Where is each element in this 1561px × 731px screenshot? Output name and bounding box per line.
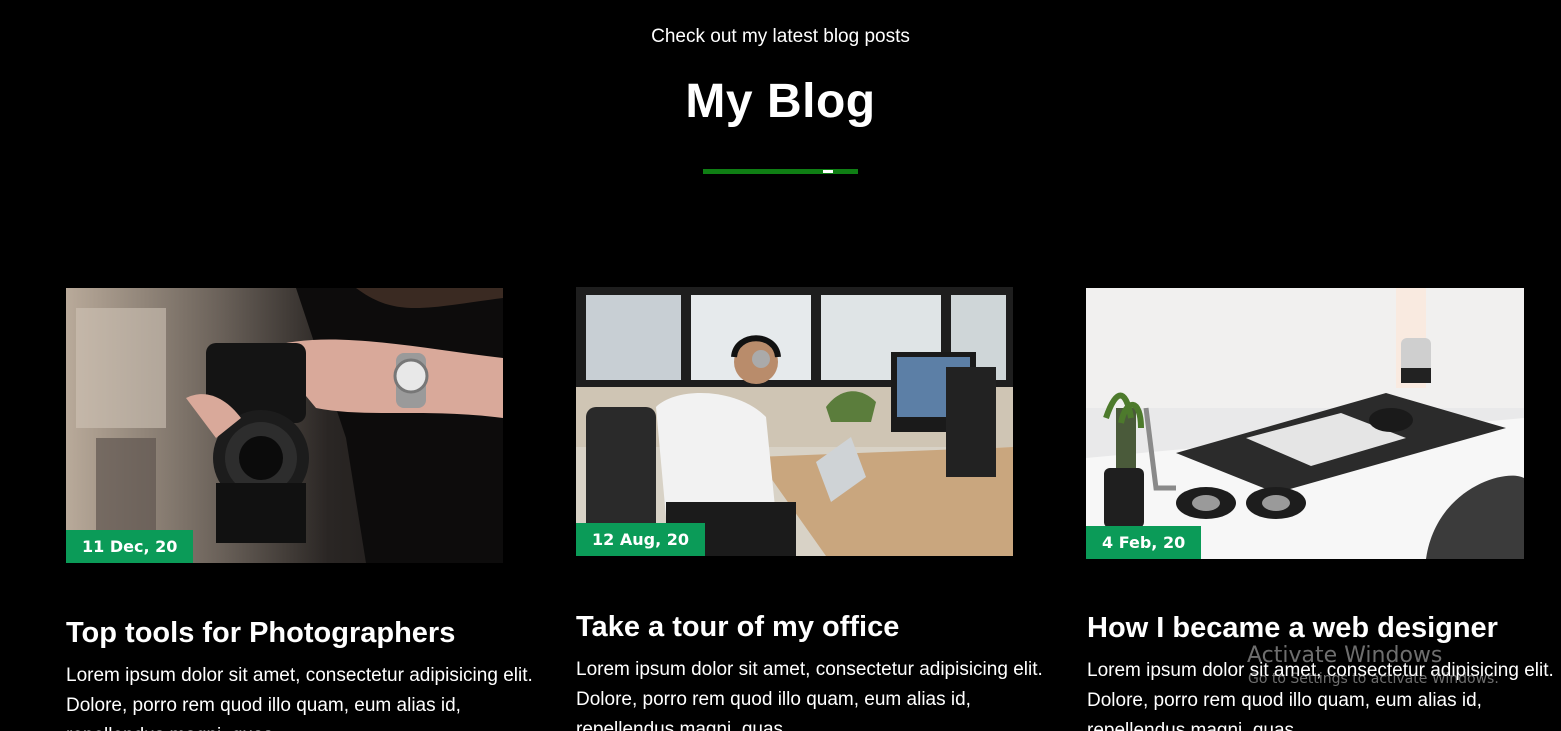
underline-dot (823, 170, 833, 173)
blog-image-office[interactable]: 12 Aug, 20 (576, 287, 1013, 556)
post-title[interactable]: How I became a web designer (1087, 610, 1498, 646)
activate-windows-watermark: Activate Windows Go to Settings to activ… (1247, 642, 1499, 688)
post-title[interactable]: Take a tour of my office (576, 609, 899, 645)
laptop-desk-photo-icon (1086, 288, 1524, 559)
title-underline (703, 169, 858, 174)
blog-image-camera[interactable]: 11 Dec, 20 (66, 288, 503, 563)
section-title: My Blog (685, 75, 876, 128)
blog-image-laptop[interactable]: 4 Feb, 20 (1086, 288, 1524, 559)
office-desk-photo-icon (576, 287, 1013, 556)
watermark-subtitle: Go to Settings to activate Windows. (1248, 671, 1499, 687)
post-excerpt: Lorem ipsum dolor sit amet, consectetur … (66, 665, 533, 731)
camera-photo-icon (66, 288, 503, 563)
section-subtitle: Check out my latest blog posts (651, 26, 910, 47)
blog-section: Check out my latest blog posts My Blog 1… (0, 0, 1561, 731)
watermark-title: Activate Windows (1247, 643, 1443, 668)
date-badge: 11 Dec, 20 (66, 530, 194, 563)
date-badge: 12 Aug, 20 (576, 523, 705, 556)
date-badge: 4 Feb, 20 (1086, 526, 1202, 559)
post-excerpt: Lorem ipsum dolor sit amet, consectetur … (576, 659, 1043, 731)
post-title[interactable]: Top tools for Photographers (66, 615, 455, 651)
